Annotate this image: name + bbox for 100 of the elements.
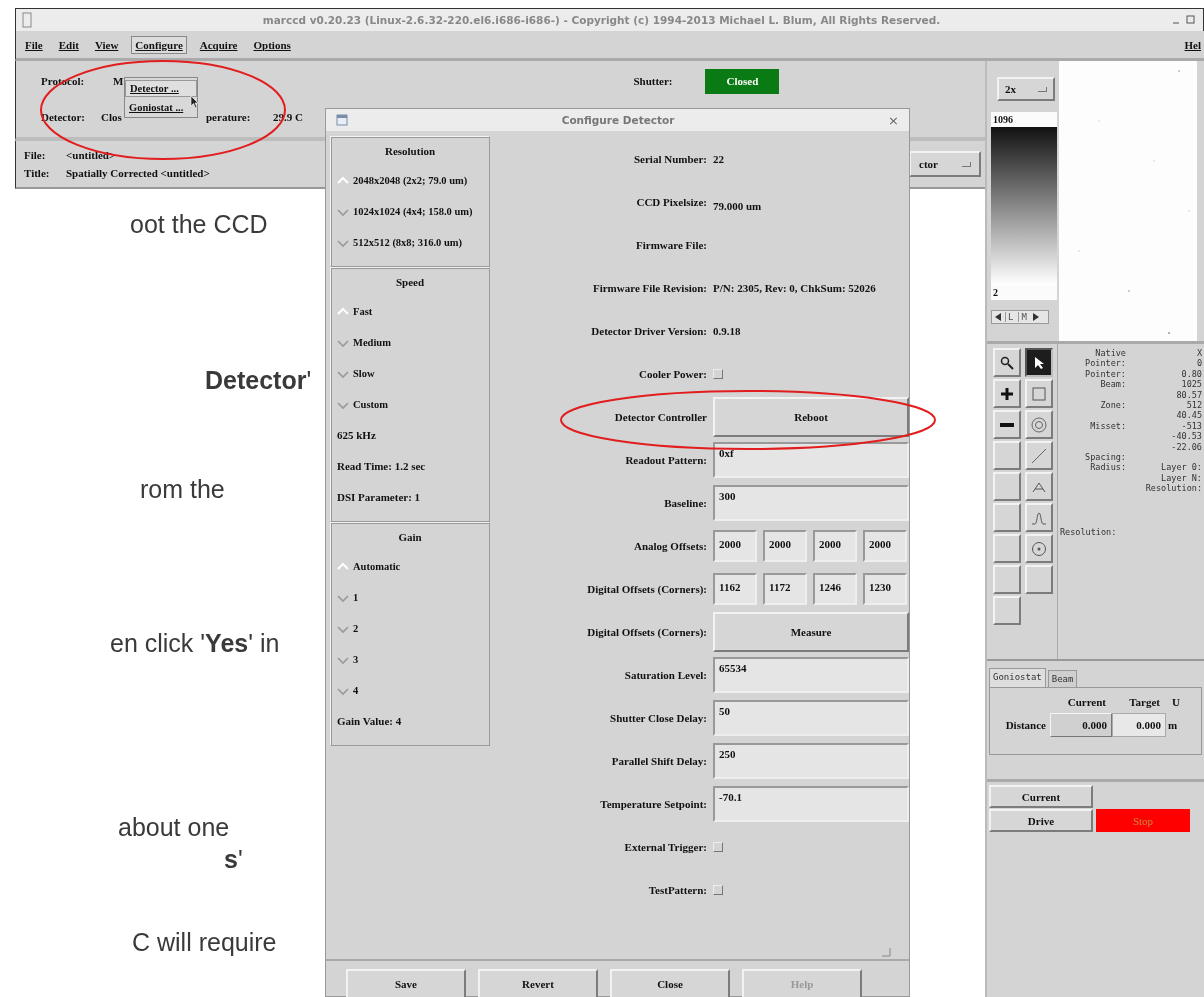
menu-item[interactable]: Acquire (196, 36, 241, 53)
input-field[interactable]: 2000 (863, 529, 907, 562)
field-label: perature: (206, 111, 252, 123)
radio-label[interactable]: Medium (353, 337, 391, 348)
radio-on-icon[interactable] (337, 561, 349, 572)
nav-button[interactable]: M (1018, 312, 1029, 322)
protocol-value: M (113, 75, 124, 87)
info-label: Pointer: (1084, 358, 1126, 369)
slide-text: rom the (140, 475, 225, 504)
column-header: Target (1128, 696, 1161, 708)
info-value: X (1195, 348, 1202, 359)
checkbox[interactable] (713, 884, 723, 895)
input-field[interactable]: 250 (713, 742, 909, 779)
menu-item[interactable]: View (91, 36, 122, 53)
input-field[interactable]: 50 (713, 699, 909, 736)
slide-text: Detector' (205, 366, 312, 395)
menu-item[interactable]: Edit (55, 36, 82, 53)
info-text: Gain Value: 4 (337, 714, 403, 729)
radio-label[interactable]: 3 (353, 654, 359, 665)
dialog-button[interactable]: Save (346, 969, 466, 997)
field-value: 22 (713, 152, 724, 165)
resize-grip-icon[interactable] (881, 947, 891, 957)
radio-label[interactable]: 1024x1024 (4x4; 158.0 um) (353, 206, 473, 217)
nav-button[interactable]: L (1005, 312, 1016, 322)
radio-label[interactable]: Custom (353, 399, 388, 410)
input-field[interactable]: 0xf (713, 441, 909, 478)
detector-status: Clos (101, 111, 123, 123)
field-label: File: (24, 149, 47, 161)
radio-off-icon[interactable] (337, 368, 349, 379)
radio-on-icon[interactable] (337, 306, 349, 317)
radio-off-icon[interactable] (337, 399, 349, 410)
menu-item[interactable]: Hel (1181, 36, 1204, 53)
min-value-field[interactable]: 2 (991, 285, 1057, 300)
info-text: DSI Parameter: 1 (337, 490, 422, 505)
current-button[interactable]: Current (989, 785, 1093, 808)
radio-off-icon[interactable] (337, 654, 349, 665)
right-arrow-icon[interactable] (1031, 312, 1040, 322)
field-value: P/N: 2305, Rev: 0, ChkSum: 52026 (713, 281, 876, 294)
action-button[interactable]: Measure (713, 611, 909, 652)
checkbox[interactable] (713, 368, 723, 379)
radio-off-icon[interactable] (337, 206, 349, 217)
close-button[interactable]: × (888, 112, 899, 128)
radio-on-icon[interactable] (337, 175, 349, 186)
menu-item[interactable]: Options (250, 36, 294, 53)
menu-item[interactable]: Configure (131, 35, 187, 54)
input-field[interactable]: 65534 (713, 656, 909, 693)
input-field[interactable]: 1230 (863, 572, 907, 605)
radio-label[interactable]: 2048x2048 (2x2; 79.0 um) (353, 175, 468, 186)
radio-label[interactable]: 512x512 (8x8; 316.0 um) (353, 237, 463, 248)
field-label: TestPattern: (647, 883, 708, 896)
group-title: Resolution (383, 145, 437, 159)
input-field[interactable]: 1162 (713, 572, 757, 605)
radio-label[interactable]: Automatic (353, 561, 401, 572)
field-label: Baseline: (663, 496, 708, 509)
radio-label[interactable]: 4 (353, 685, 359, 696)
drive-button[interactable]: Drive (989, 809, 1093, 832)
info-value: Layer N: (1160, 472, 1202, 484)
tab[interactable]: Goniostat (989, 668, 1046, 687)
target-field[interactable]: 0.000 (1112, 713, 1166, 737)
pointer-icon (1033, 355, 1045, 370)
radio-label[interactable]: 1 (353, 592, 359, 603)
radio-off-icon[interactable] (337, 623, 349, 634)
radio-off-icon[interactable] (337, 237, 349, 248)
dialog-button[interactable]: Close (610, 969, 730, 997)
radio-label[interactable]: Fast (353, 306, 373, 317)
radio-off-icon[interactable] (337, 337, 349, 348)
input-field[interactable]: -70.1 (713, 785, 909, 822)
slide-text: oot the CCD (130, 210, 268, 239)
field-label: Digital Offsets (Corners): (586, 582, 708, 595)
field-label: Saturation Level: (623, 668, 708, 681)
tool-button[interactable] (1025, 348, 1053, 377)
max-value-field[interactable]: 1096 (991, 112, 1057, 127)
field-label: CCD Pixelsize: (635, 195, 708, 208)
input-field[interactable]: 1172 (763, 572, 807, 605)
field-label: Temperature Setpoint: (599, 797, 708, 810)
radio-off-icon[interactable] (337, 592, 349, 603)
tab[interactable]: Beam (1047, 670, 1078, 687)
field-label: Firmware File: (635, 238, 708, 251)
plus-icon (1000, 386, 1014, 401)
radio-label[interactable]: 2 (353, 623, 359, 634)
left-arrow-icon[interactable] (994, 312, 1002, 322)
input-field[interactable]: 2000 (763, 529, 807, 562)
shutter-status: Closed (705, 68, 780, 94)
checkbox[interactable] (713, 841, 723, 852)
field-label: External Trigger: (623, 840, 708, 853)
radio-off-icon[interactable] (337, 685, 349, 696)
zoom-dropdown[interactable]: 2x (997, 77, 1055, 101)
menu-item[interactable]: Detector ... (125, 80, 197, 97)
input-field[interactable]: 1246 (813, 572, 857, 605)
action-button[interactable]: Reboot (713, 396, 909, 437)
input-field[interactable]: 300 (713, 484, 909, 521)
input-field[interactable]: 2000 (713, 529, 757, 562)
info-label: Misset: (1089, 420, 1126, 432)
mode-dropdown[interactable]: ctor (909, 151, 981, 177)
dialog-button[interactable]: Revert (478, 969, 598, 997)
input-field[interactable]: 2000 (813, 529, 857, 562)
menu-item[interactable]: File (22, 36, 46, 53)
window-controls-icon[interactable] (1171, 14, 1197, 26)
info-value: 512 (1185, 400, 1202, 411)
radio-label[interactable]: Slow (353, 368, 375, 379)
